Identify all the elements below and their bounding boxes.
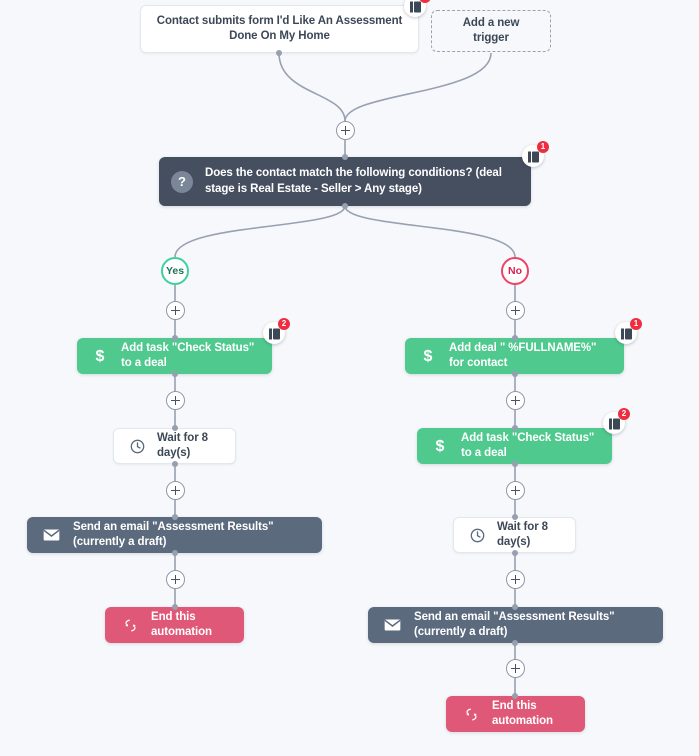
node-anchor bbox=[172, 604, 178, 610]
node-anchor bbox=[172, 514, 178, 520]
node-anchor bbox=[512, 640, 518, 646]
branch-no-text: No bbox=[508, 265, 522, 277]
branch-label-yes[interactable]: Yes bbox=[161, 257, 189, 285]
add-trigger-label: Add a new trigger bbox=[462, 16, 520, 44]
question-mark-icon: ? bbox=[171, 170, 193, 193]
trigger-node-contact-submits-form[interactable]: Contact submits form I'd Like An Assessm… bbox=[140, 5, 419, 53]
action-note-badge[interactable]: 2 bbox=[603, 408, 630, 434]
automation-workflow-canvas: Contact submits form I'd Like An Assessm… bbox=[0, 0, 699, 756]
svg-text:$: $ bbox=[424, 348, 433, 365]
action-label: Add task "Check Status" to a deal bbox=[461, 431, 595, 459]
node-anchor bbox=[512, 461, 518, 467]
end-automation-icon bbox=[464, 707, 479, 722]
action-label: Add task "Check Status" to a deal bbox=[121, 341, 255, 369]
condition-node-deal-stage[interactable]: ? Does the contact match the following c… bbox=[159, 157, 531, 206]
node-anchor bbox=[512, 425, 518, 431]
node-anchor bbox=[512, 604, 518, 610]
action-note-count: 2 bbox=[618, 408, 630, 420]
action-label: Wait for 8 day(s) bbox=[157, 431, 208, 459]
trigger-label: Contact submits form I'd Like An Assessm… bbox=[156, 14, 403, 42]
note-icon bbox=[620, 327, 632, 340]
node-anchor bbox=[172, 371, 178, 377]
action-node-end-automation-no[interactable]: End this automation bbox=[446, 696, 585, 732]
node-anchor bbox=[342, 203, 348, 209]
node-anchor bbox=[172, 550, 178, 556]
branch-yes-text: Yes bbox=[165, 265, 185, 277]
action-node-send-email-assessment-results-yes[interactable]: Send an email "Assessment Results" (curr… bbox=[27, 517, 322, 553]
branch-label-no[interactable]: No bbox=[501, 257, 529, 285]
node-anchor bbox=[512, 514, 518, 520]
action-label: Add deal " %FULLNAME%" for contact bbox=[449, 341, 597, 369]
node-anchor bbox=[172, 335, 178, 341]
action-label: Send an email "Assessment Results" (curr… bbox=[414, 610, 615, 638]
action-node-add-deal-fullname-no[interactable]: $ Add deal " %FULLNAME%" for contact bbox=[405, 338, 624, 374]
note-icon bbox=[409, 0, 421, 13]
node-anchor bbox=[512, 550, 518, 556]
node-anchor bbox=[172, 461, 178, 467]
add-step-button-no-5[interactable] bbox=[506, 659, 525, 678]
node-anchor bbox=[342, 154, 348, 160]
node-anchor bbox=[512, 371, 518, 377]
action-node-wait-8-days-yes[interactable]: Wait for 8 day(s) bbox=[113, 428, 236, 464]
note-icon bbox=[268, 327, 280, 340]
dollar-icon: $ bbox=[421, 347, 435, 365]
action-note-count: 1 bbox=[630, 318, 642, 330]
condition-note-count: 1 bbox=[537, 141, 549, 153]
note-icon bbox=[608, 417, 620, 430]
action-node-add-task-check-status-no[interactable]: $ Add task "Check Status" to a deal bbox=[417, 428, 612, 464]
add-step-button-no-4[interactable] bbox=[506, 570, 525, 589]
node-anchor bbox=[276, 50, 282, 56]
action-note-count: 2 bbox=[278, 318, 290, 330]
add-step-button-yes-1[interactable] bbox=[166, 301, 185, 320]
add-new-trigger-button[interactable]: Add a new trigger bbox=[431, 10, 551, 52]
action-label: End this automation bbox=[492, 699, 553, 727]
action-note-badge[interactable]: 1 bbox=[615, 318, 642, 344]
end-automation-icon bbox=[123, 618, 138, 633]
add-step-button-no-1[interactable] bbox=[506, 301, 525, 320]
add-step-button-root[interactable] bbox=[336, 121, 355, 140]
dollar-icon: $ bbox=[433, 437, 447, 455]
action-label: Send an email "Assessment Results" (curr… bbox=[73, 520, 274, 548]
add-step-button-yes-3[interactable] bbox=[166, 481, 185, 500]
envelope-icon bbox=[43, 529, 60, 541]
dollar-icon: $ bbox=[93, 347, 107, 365]
envelope-icon bbox=[384, 619, 401, 631]
action-label: End this automation bbox=[151, 610, 212, 638]
add-step-button-no-2[interactable] bbox=[506, 391, 525, 410]
action-node-end-automation-yes[interactable]: End this automation bbox=[105, 607, 244, 643]
trigger-note-count: 1 bbox=[419, 0, 431, 3]
add-step-button-yes-4[interactable] bbox=[166, 570, 185, 589]
add-step-button-no-3[interactable] bbox=[506, 481, 525, 500]
trigger-note-badge[interactable]: 1 bbox=[404, 0, 431, 17]
action-label: Wait for 8 day(s) bbox=[497, 520, 548, 548]
clock-icon bbox=[130, 439, 145, 454]
action-note-badge[interactable]: 2 bbox=[263, 318, 290, 344]
condition-label: Does the contact match the following con… bbox=[205, 167, 502, 195]
action-node-send-email-assessment-results-no[interactable]: Send an email "Assessment Results" (curr… bbox=[368, 607, 663, 643]
node-anchor bbox=[512, 335, 518, 341]
condition-note-badge[interactable]: 1 bbox=[522, 141, 549, 167]
add-step-button-yes-2[interactable] bbox=[166, 391, 185, 410]
node-anchor bbox=[512, 693, 518, 699]
svg-text:$: $ bbox=[436, 438, 445, 455]
clock-icon bbox=[470, 528, 485, 543]
node-anchor bbox=[172, 425, 178, 431]
svg-text:$: $ bbox=[96, 348, 105, 365]
action-node-add-task-check-status-yes[interactable]: $ Add task "Check Status" to a deal bbox=[77, 338, 272, 374]
note-icon bbox=[527, 150, 539, 163]
action-node-wait-8-days-no[interactable]: Wait for 8 day(s) bbox=[453, 517, 576, 553]
